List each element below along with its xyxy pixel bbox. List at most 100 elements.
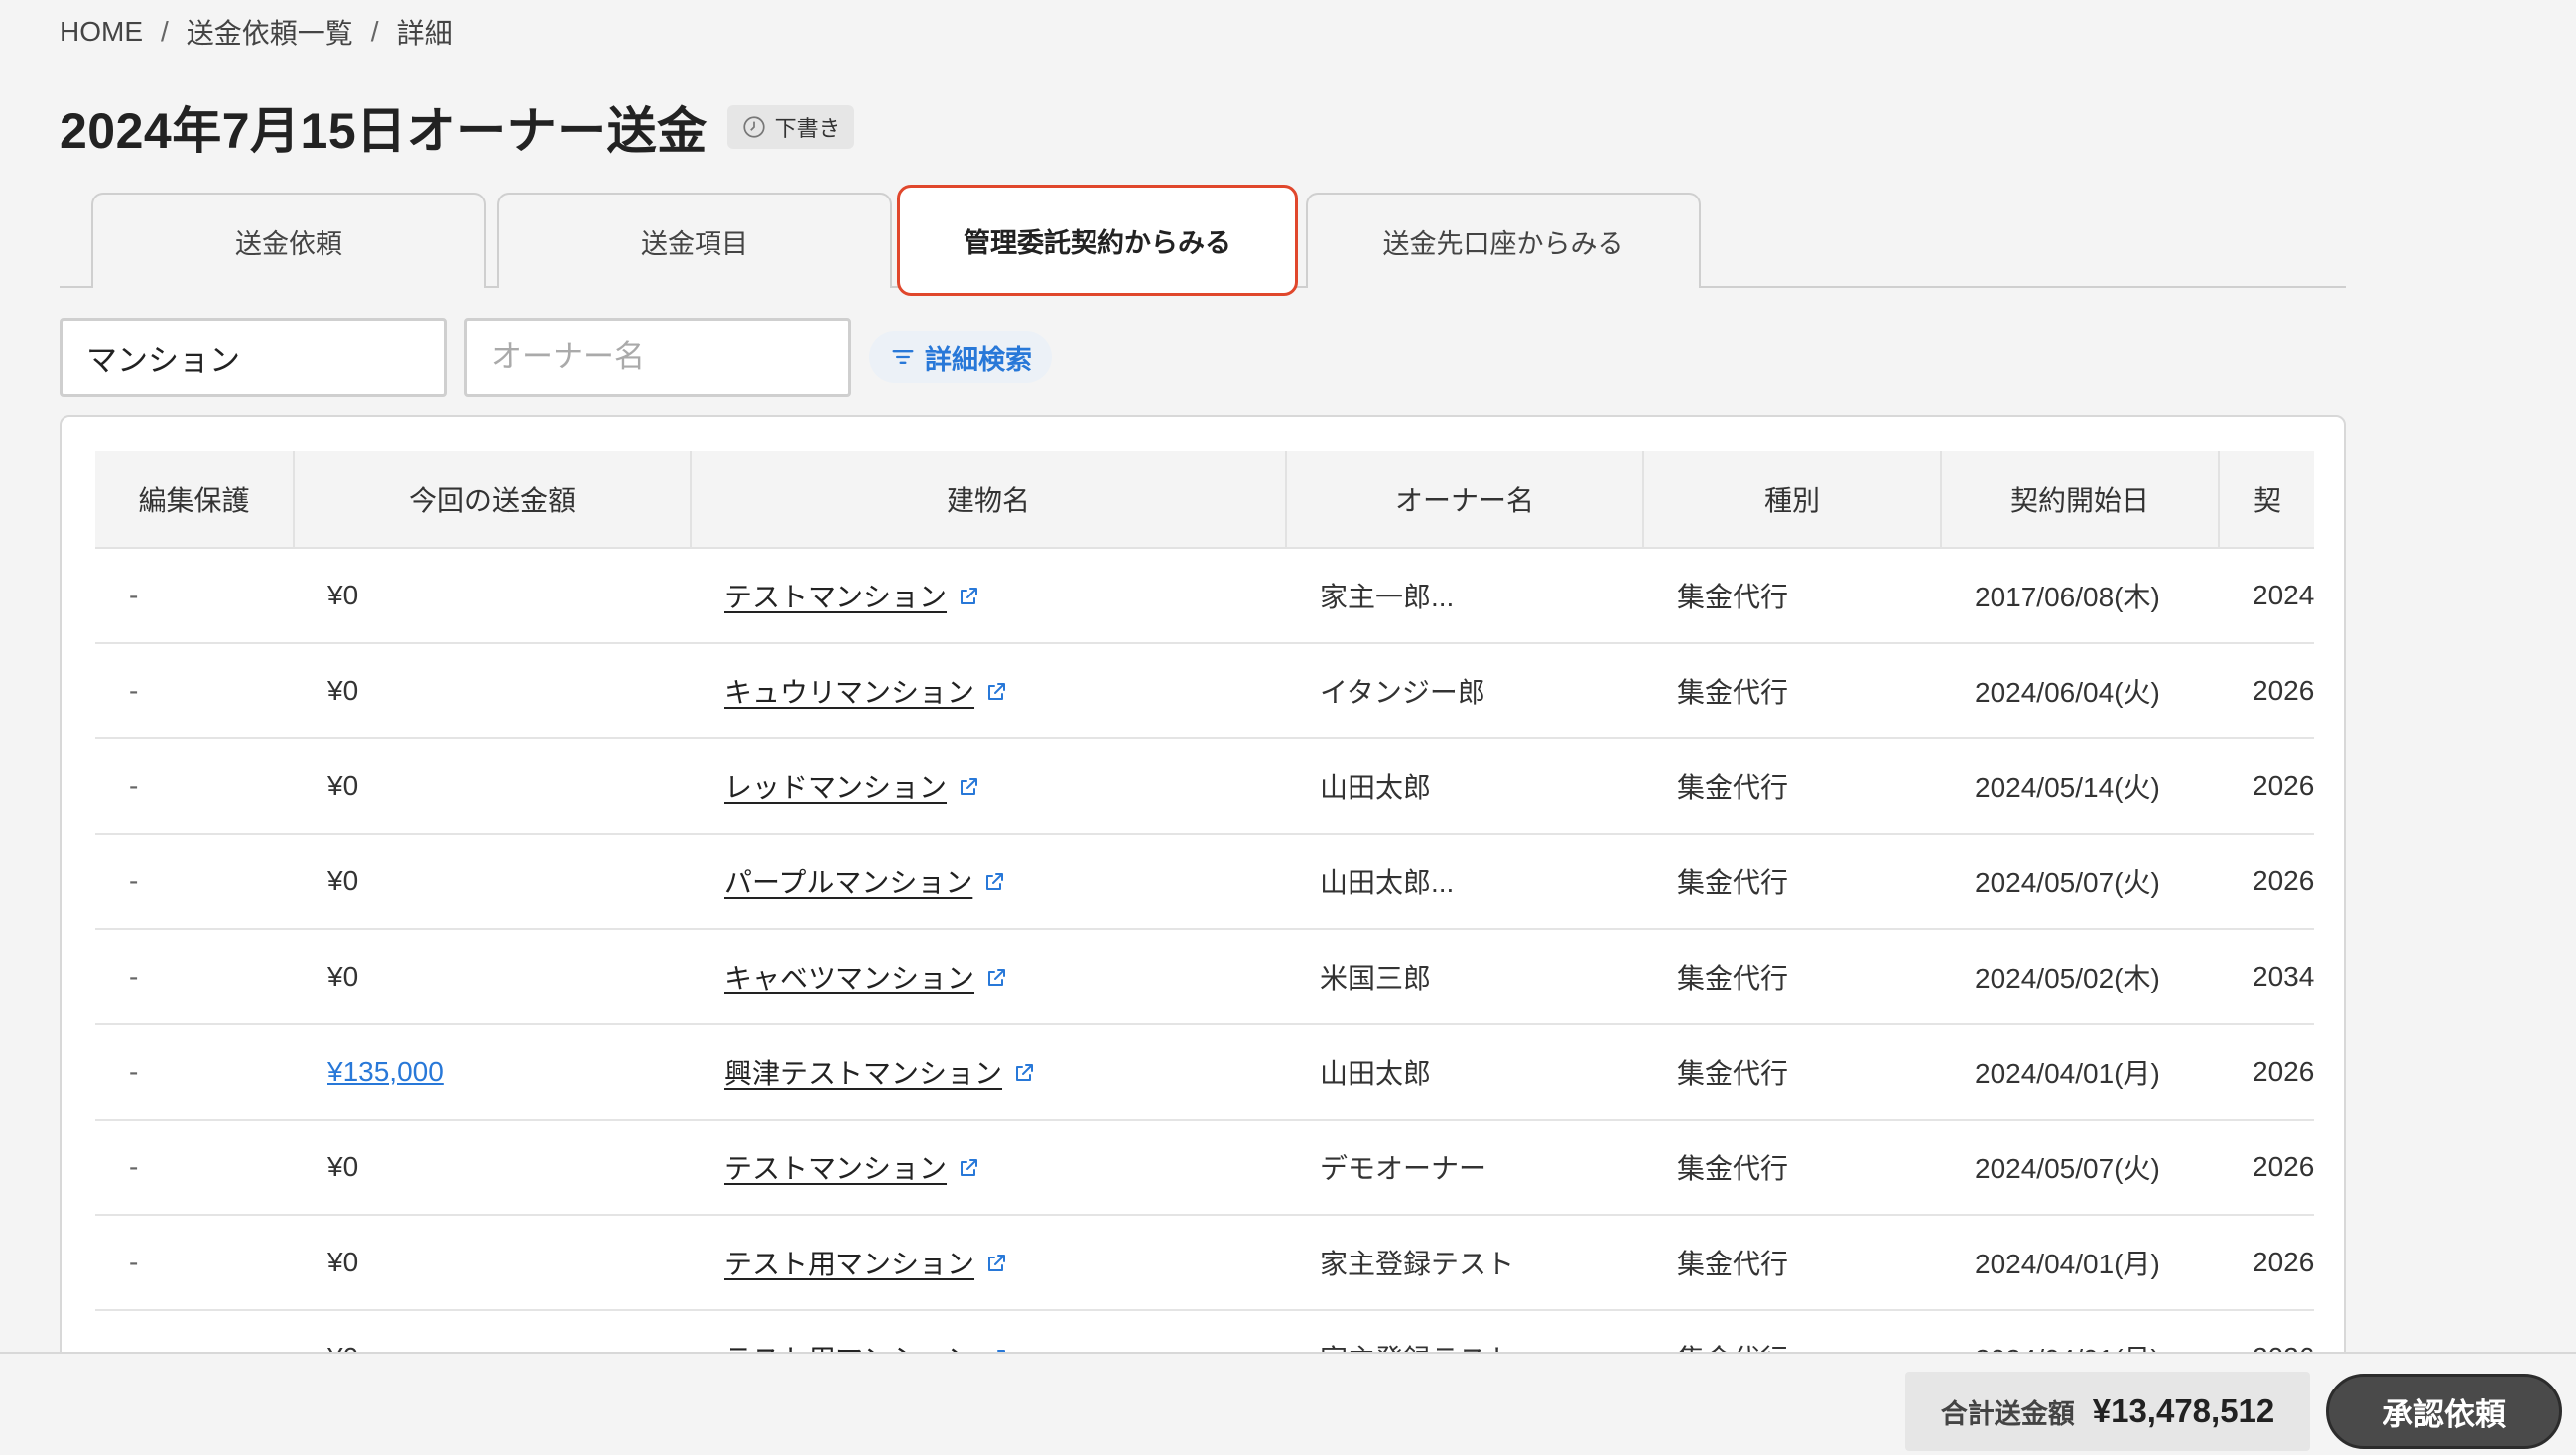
building-link[interactable]: テストマンション	[724, 1153, 947, 1184]
amount-value: ¥0	[327, 1247, 359, 1277]
amount-cell: ¥0	[294, 643, 691, 739]
amount-cell: ¥0	[294, 1120, 691, 1216]
breadcrumb-home[interactable]: HOME	[60, 16, 143, 48]
building-name-input[interactable]	[60, 318, 447, 397]
table-row: - ¥0 テスト用マンション 家主登録テスト集金代行2024/04/01(月)2026	[95, 1215, 2314, 1311]
owner-cell: 山田太郎...	[1286, 834, 1643, 930]
external-link-icon	[986, 873, 1004, 890]
building-link[interactable]: キュウリマンション	[724, 677, 974, 708]
owner-cell: 家主一郎...	[1286, 548, 1643, 644]
column-header-owner[interactable]: オーナー名	[1286, 451, 1644, 549]
end-date-cell: 2026	[2219, 1024, 2314, 1121]
type-cell: 集金代行	[1643, 548, 1941, 644]
approval-request-button[interactable]: 承認依頼	[2326, 1374, 2562, 1449]
column-header-start-date[interactable]: 契約開始日	[1941, 451, 2220, 549]
amount-value: ¥0	[327, 865, 359, 896]
amount-value: ¥0	[327, 770, 359, 801]
external-link-icon	[1016, 1064, 1034, 1081]
tab-destination-account[interactable]: 送金先口座からみる	[1306, 193, 1701, 288]
amount-link[interactable]: ¥135,000	[327, 1056, 444, 1087]
start-date-cell: 2024/05/14(火)	[1941, 738, 2219, 835]
type-cell: 集金代行	[1643, 1120, 1941, 1216]
total-amount-box: 合計送金額 ¥13,478,512	[1905, 1372, 2310, 1451]
building-cell: キャベツマンション	[691, 929, 1286, 1025]
start-date-cell: 2024/05/02(木)	[1941, 929, 2219, 1025]
edit-protect-cell: -	[95, 1215, 294, 1311]
column-header-building[interactable]: 建物名	[691, 451, 1287, 549]
end-date-cell: 2034	[2219, 929, 2314, 1025]
footer-bar: 合計送金額 ¥13,478,512 承認依頼	[0, 1352, 2576, 1455]
table-scroll-area[interactable]: 編集保護 今回の送金額 建物名 オーナー名 種別 契約開始日 契 - ¥0 テストマ…	[95, 451, 2314, 1455]
type-cell: 集金代行	[1643, 1024, 1941, 1121]
table-row: - ¥0 テストマンション デモオーナー 集金代行 2024/05/07(火) 2026	[95, 1120, 2314, 1216]
amount-cell: ¥0	[294, 1215, 691, 1311]
external-link-icon	[961, 588, 978, 604]
edit-protect-cell: -	[95, 738, 294, 835]
owner-cell: 米国三郎	[1286, 929, 1643, 1025]
building-link[interactable]: 興津テストマンション	[724, 1058, 1002, 1089]
tab-remittance-items[interactable]: 送金項目	[497, 193, 892, 288]
tab-label: 管理委託契約からみる	[964, 227, 1231, 258]
owner-cell: イタンジー郎	[1286, 643, 1643, 739]
amount-value: ¥0	[327, 675, 359, 706]
table-row: - ¥0 レッドマンション 山田太郎 集金代行 2024/05/14(火) 2026	[95, 738, 2314, 835]
contract-table: 編集保護 今回の送金額 建物名 オーナー名 種別 契約開始日 契 - ¥0 テストマ…	[95, 451, 2314, 1406]
building-link[interactable]: キャベツマンション	[724, 963, 974, 993]
filter-bar: 詳細検索	[60, 318, 1052, 397]
amount-cell: ¥135,000	[294, 1024, 691, 1121]
external-link-icon	[988, 969, 1006, 986]
building-link[interactable]: テストマンション	[724, 582, 947, 612]
column-header-amount[interactable]: 今回の送金額	[294, 451, 692, 549]
building-cell: テスト用マンション	[691, 1215, 1286, 1311]
tab-label: 送金項目	[641, 228, 748, 259]
amount-cell: ¥0	[294, 738, 691, 835]
end-date-cell: 2026	[2219, 1215, 2314, 1311]
building-link[interactable]: テスト用マンション	[724, 1249, 974, 1279]
contract-table-card: 編集保護 今回の送金額 建物名 オーナー名 種別 契約開始日 契 - ¥0 テストマ…	[60, 415, 2346, 1455]
clock-icon	[743, 116, 765, 138]
type-cell: 集金代行	[1643, 1215, 1941, 1311]
advanced-search-button[interactable]: 詳細検索	[869, 331, 1052, 383]
title-row: 2024年7月15日オーナー送金 下書き	[60, 91, 854, 163]
edit-protect-cell: -	[95, 643, 294, 739]
edit-protect-cell: -	[95, 929, 294, 1025]
type-cell: 集金代行	[1643, 738, 1941, 835]
total-amount-label: 合計送金額	[1940, 1398, 2075, 1429]
amount-cell: ¥0	[294, 929, 691, 1025]
building-link[interactable]: パープルマンション	[724, 867, 972, 898]
end-date-cell: 2026	[2219, 834, 2314, 930]
building-link[interactable]: レッドマンション	[724, 772, 947, 803]
end-date-cell: 2026	[2219, 643, 2314, 739]
total-amount-value: ¥13,478,512	[2092, 1392, 2275, 1429]
owner-cell: 山田太郎	[1286, 1024, 1643, 1121]
building-cell: キュウリマンション	[691, 643, 1286, 739]
building-cell: レッドマンション	[691, 738, 1286, 835]
tab-remittance-request[interactable]: 送金依頼	[91, 193, 486, 288]
table-row: - ¥0 テストマンション 家主一郎... 集金代行 2017/06/08(木) 2024	[95, 548, 2314, 644]
external-link-icon	[988, 1255, 1006, 1271]
start-date-cell: 2024/05/07(火)	[1941, 834, 2219, 930]
type-cell: 集金代行	[1643, 834, 1941, 930]
edit-protect-cell: -	[95, 1120, 294, 1216]
owner-cell: 家主登録テスト	[1286, 1215, 1643, 1311]
tab-label: 送金依頼	[235, 228, 342, 259]
owner-name-input[interactable]	[464, 318, 851, 397]
column-header-contract-end[interactable]: 契	[2219, 451, 2314, 549]
end-date-cell: 2026	[2219, 738, 2314, 835]
external-link-icon	[961, 778, 978, 795]
building-cell: テストマンション	[691, 548, 1286, 644]
edit-protect-cell: -	[95, 834, 294, 930]
tab-management-contract[interactable]: 管理委託契約からみる	[897, 185, 1298, 296]
tab-bar: 送金依頼 送金項目 管理委託契約からみる 送金先口座からみる	[60, 185, 2346, 296]
owner-cell: 山田太郎	[1286, 738, 1643, 835]
amount-value: ¥0	[327, 1151, 359, 1182]
page-title: 2024年7月15日オーナー送金	[60, 103, 708, 159]
advanced-search-label: 詳細検索	[925, 344, 1032, 375]
breadcrumb-remittance-list[interactable]: 送金依頼一覧	[187, 12, 353, 52]
end-date-cell: 2026	[2219, 1120, 2314, 1216]
table-header-row: 編集保護 今回の送金額 建物名 オーナー名 種別 契約開始日 契	[95, 451, 2314, 549]
column-header-type[interactable]: 種別	[1643, 451, 1942, 549]
breadcrumb: HOME / 送金依頼一覧 / 詳細	[60, 12, 452, 52]
column-header-edit-protect[interactable]: 編集保護	[95, 451, 295, 549]
page: HOME / 送金依頼一覧 / 詳細 2024年7月15日オーナー送金 下書き …	[0, 0, 2576, 1455]
